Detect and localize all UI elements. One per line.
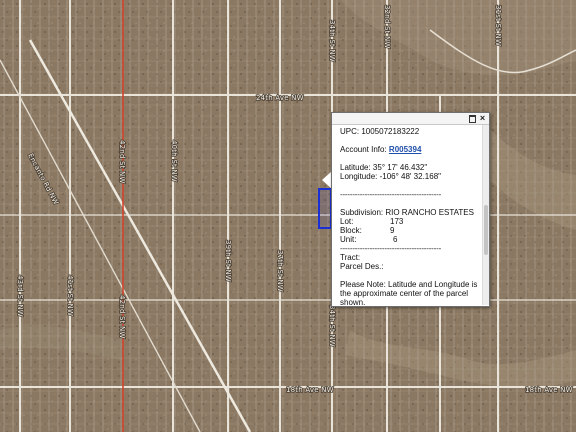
longitude-text: Longitude: -106° 48' 32.168": [340, 172, 441, 181]
label-32nd: 32nd St NW: [383, 5, 391, 49]
selected-parcel[interactable]: [318, 188, 332, 229]
tract-text: Tract:: [340, 253, 361, 262]
unit-value: 6: [393, 235, 398, 244]
label-34th: 34th St NW: [328, 20, 336, 62]
label-40th: 40th St NW: [170, 140, 178, 182]
maximize-icon[interactable]: [468, 114, 477, 123]
account-label: Account Info:: [340, 145, 389, 154]
close-icon[interactable]: ×: [478, 114, 487, 123]
label-37th: 37th St NW: [276, 250, 284, 292]
popup-scrollbar[interactable]: [482, 125, 489, 305]
parcel-des-text: Parcel Des.:: [340, 262, 384, 271]
upc-text: UPC: 1005072183222: [340, 127, 420, 136]
block-value: 9: [390, 226, 395, 235]
label-18th-ave: 18th Ave NW: [286, 386, 334, 394]
lot-label: Lot:: [340, 217, 354, 226]
label-42nd: 42nd St NW: [118, 140, 126, 184]
note-text: Please Note: Latitude and Longitude is t…: [340, 280, 478, 305]
popup-content: UPC: 1005072183222 Account Info: R005394…: [332, 125, 482, 305]
label-42nd-south: 42nd St NW: [118, 295, 126, 339]
separator-1: ----------------------------------------…: [340, 190, 442, 199]
label-18th-ave-right: 18th Ave NW: [525, 386, 573, 394]
label-24th-ave: 24th Ave NW: [256, 94, 304, 102]
label-31st: 31st St NW: [494, 5, 502, 46]
label-39th: 39th St NW: [224, 240, 232, 282]
account-link[interactable]: R005394: [389, 145, 421, 154]
subdivision-text: Subdivision: RIO RANCHO ESTATES: [340, 208, 474, 217]
block-label: Block:: [340, 226, 362, 235]
label-34th-south: 34th St NW: [328, 305, 336, 347]
separator-2: ----------------------------------------…: [340, 244, 442, 253]
parcel-info-popup: × UPC: 1005072183222 Account Info: R0053…: [331, 112, 490, 307]
label-43rd: 43rd St NW: [16, 275, 24, 317]
latitude-text: Latitude: 35° 17' 46.432": [340, 163, 428, 172]
lot-value: 173: [390, 217, 404, 226]
popup-scrollbar-thumb[interactable]: [484, 205, 488, 255]
unit-label: Unit:: [340, 235, 357, 244]
label-41st: 41st St NW: [66, 275, 74, 316]
popup-titlebar: ×: [332, 113, 489, 125]
